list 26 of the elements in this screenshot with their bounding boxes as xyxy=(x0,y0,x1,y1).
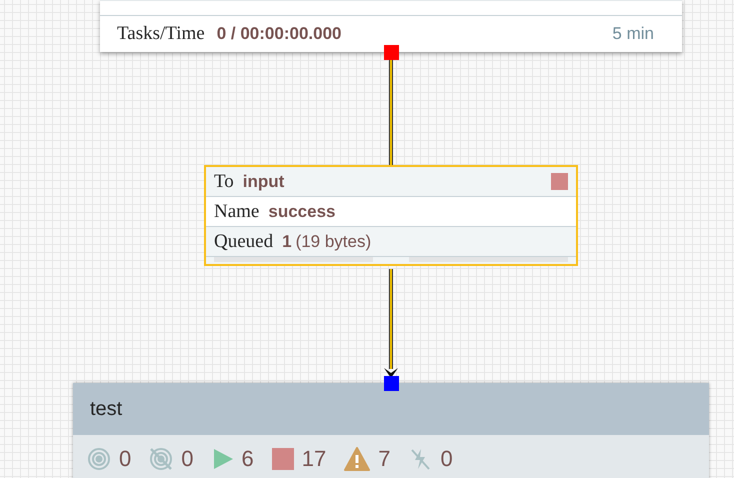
group-name: test xyxy=(90,398,122,420)
stat-count: 0 xyxy=(119,446,132,472)
field-value: 1 xyxy=(282,232,292,252)
field-value: 0 / 00:00:00.000 xyxy=(216,24,342,44)
stat-count: 7 xyxy=(378,446,390,472)
stat-count: 6 xyxy=(242,446,254,472)
stop-icon xyxy=(551,173,568,190)
field-label: Tasks/Time xyxy=(117,23,205,45)
queued-size: (19 bytes) xyxy=(296,232,372,252)
warning-icon xyxy=(344,447,370,471)
not-transmitting-icon xyxy=(149,447,174,471)
field-value: input xyxy=(242,172,284,192)
field-label: To xyxy=(214,170,234,192)
field-label: Name xyxy=(214,200,260,222)
stat-count: 17 xyxy=(302,446,326,472)
stat-count: 0 xyxy=(181,446,194,472)
running-icon xyxy=(212,447,234,471)
connection-target-handle[interactable] xyxy=(384,376,399,391)
stats-window: 5 min xyxy=(612,24,654,44)
connection-source-handle[interactable] xyxy=(384,45,399,60)
arrowhead-icon xyxy=(383,367,399,379)
stopped-icon xyxy=(272,448,294,470)
stat-count: 0 xyxy=(440,446,453,472)
transmitting-icon xyxy=(87,447,111,471)
field-label: Queued xyxy=(214,230,274,252)
field-value: success xyxy=(268,202,336,222)
